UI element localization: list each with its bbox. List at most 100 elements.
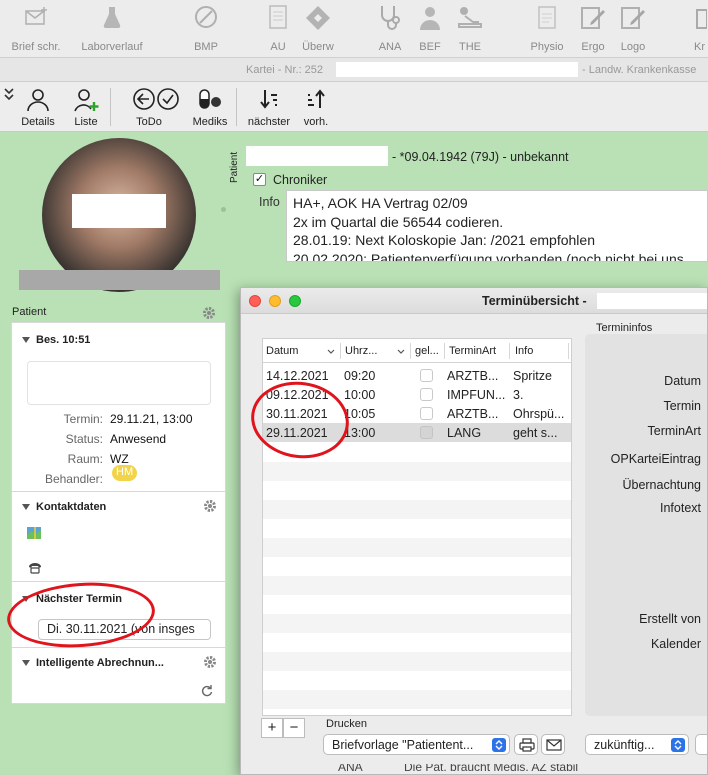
info-field-erstellt: Erstellt von — [639, 612, 701, 626]
print-button[interactable] — [514, 734, 538, 755]
collapse-triangle-icon[interactable] — [22, 596, 30, 602]
column-separator — [444, 343, 445, 359]
row-deleted-checkbox[interactable] — [420, 426, 433, 439]
toolbar-separator — [236, 88, 237, 126]
abrechnung-card: Intelligente Abrechnun... — [11, 647, 226, 704]
sort-down-icon — [260, 90, 277, 109]
cell-uhrzeit: 09:20 — [344, 369, 376, 383]
column-uhrzeit[interactable]: Uhrz... — [345, 345, 377, 357]
filter-select[interactable]: zukünftig... — [585, 734, 689, 755]
mediks-button[interactable]: Mediks — [188, 82, 232, 132]
liste-label: Liste — [74, 116, 98, 128]
column-datum[interactable]: Datum — [266, 345, 298, 357]
toolbar-ergo-button[interactable]: Ergo — [576, 0, 610, 58]
todo-button[interactable]: ToDo — [114, 82, 184, 132]
table-row[interactable]: 09.12.2021 10:00 IMPFUN... 3. — [263, 385, 571, 404]
collapse-triangle-icon[interactable] — [22, 504, 30, 510]
map-icon[interactable] — [26, 526, 42, 540]
table-empty-rows — [263, 443, 571, 715]
table-row[interactable]: 30.11.2021 10:05 ARZTB... Ohrspü... — [263, 404, 571, 423]
termin-table[interactable]: Datum Uhrz... gel... TerminArt Info 14.1… — [262, 338, 572, 716]
toolbar-kr-button[interactable]: Kr — [690, 0, 708, 58]
toolbar-ergo-label: Ergo — [581, 41, 605, 53]
window-title-redacted — [597, 293, 707, 309]
toolbar-au-button[interactable]: AU — [262, 0, 294, 58]
envelope-icon — [25, 7, 47, 25]
zoom-window-button[interactable] — [289, 295, 301, 307]
person-icon — [27, 89, 49, 112]
kartei-number: Kartei - Nr.: 252 — [246, 64, 324, 76]
toolbar-the-button[interactable]: THE — [452, 0, 488, 58]
filter-value: zukünftig... — [594, 738, 655, 752]
printer-icon — [519, 738, 535, 752]
visit-labels: Termin: Status: Raum: Behandler: — [12, 411, 103, 486]
column-geloescht[interactable]: gel... — [415, 345, 439, 357]
remove-termin-button[interactable]: − — [283, 718, 305, 738]
column-terminart[interactable]: TerminArt — [449, 345, 496, 357]
vorh-button[interactable]: vorh. — [298, 82, 334, 132]
todo-label: ToDo — [136, 116, 162, 128]
briefvorlage-select[interactable]: Briefvorlage "Patientent... — [323, 734, 510, 755]
toolbar-au-label: AU — [270, 41, 286, 53]
liste-button[interactable]: Liste — [66, 82, 106, 132]
toolbar-brief-button[interactable]: Brief schr. — [2, 0, 70, 58]
column-separator — [340, 343, 341, 359]
close-window-button[interactable] — [249, 295, 261, 307]
cell-terminart: ARZTB... — [447, 407, 499, 421]
select-arrows-icon — [492, 738, 506, 752]
kontakt-card: Kontaktdaten — [11, 491, 226, 582]
person-add-icon — [74, 89, 99, 112]
termininfos-panel: Datum Termin TerminArt OPKarteiEintrag Ü… — [585, 334, 707, 716]
doctor-icon — [420, 7, 440, 30]
gear-icon[interactable] — [202, 306, 216, 320]
collapse-triangle-icon[interactable] — [22, 337, 30, 343]
toolbar-bmp-button[interactable]: BMP — [186, 0, 226, 58]
patient-photo — [42, 138, 196, 292]
info-textarea[interactable]: HA+, AOK HA Vertrag 02/09 2x im Quartal … — [286, 190, 708, 262]
visit-note-field[interactable] — [27, 361, 211, 405]
column-info[interactable]: Info — [515, 345, 533, 357]
toolbar-brief-label: Brief schr. — [11, 41, 61, 53]
table-row[interactable]: 14.12.2021 09:20 ARZTB... Spritze — [263, 366, 571, 385]
toolbar-ueberw-button[interactable]: Überw — [300, 0, 336, 58]
toolbar-ana-button[interactable]: ANA — [372, 0, 408, 58]
add-termin-button[interactable]: + — [261, 718, 283, 738]
status-label: Status: — [65, 432, 103, 446]
patient-section-header: Patient — [12, 306, 47, 318]
toolbar-logo-button[interactable]: Logo — [616, 0, 650, 58]
toolbar-physio-button[interactable]: Physio — [528, 0, 566, 58]
terminuebersicht-window: Terminübersicht - Termininfos Datum Term… — [240, 287, 708, 775]
extra-button[interactable] — [695, 734, 707, 755]
patient-toolbar: Details Liste ToDo Mediks nächster vorh. — [0, 82, 708, 132]
toolbar-ana-label: ANA — [378, 41, 402, 53]
row-deleted-checkbox[interactable] — [420, 407, 433, 420]
info-field-uebernachtung: Übernachtung — [622, 478, 701, 492]
table-row-selected[interactable]: 29.11.2021 13:00 LANG geht s... — [263, 423, 571, 442]
toolbar-laborverlauf-button[interactable]: Laborverlauf — [76, 0, 148, 58]
toolbar-physio-label: Physio — [530, 41, 564, 53]
sort-chevron-icon[interactable] — [397, 349, 405, 354]
toolbar-bef-button[interactable]: BEF — [414, 0, 446, 58]
details-button[interactable]: Details — [16, 82, 60, 132]
row-deleted-checkbox[interactable] — [420, 369, 433, 382]
cell-datum: 29.11.2021 — [266, 426, 328, 440]
gear-icon[interactable] — [203, 655, 217, 669]
collapse-triangle-icon[interactable] — [22, 660, 30, 666]
minimize-window-button[interactable] — [269, 295, 281, 307]
naechster-termin-button[interactable]: Di. 30.11.2021 (von insges — [38, 619, 211, 640]
pill-icon — [195, 6, 217, 28]
photo-redaction — [72, 194, 166, 228]
collapse-chevron-icon[interactable] — [4, 88, 14, 102]
naechster-button[interactable]: nächster — [242, 82, 296, 132]
email-button[interactable] — [541, 734, 565, 755]
phone-icon[interactable] — [28, 562, 42, 574]
refresh-icon[interactable] — [200, 684, 214, 698]
row-deleted-checkbox[interactable] — [420, 388, 433, 401]
sort-chevron-icon[interactable] — [327, 349, 335, 354]
window-titlebar[interactable]: Terminübersicht - — [241, 288, 707, 314]
cell-uhrzeit: 10:05 — [344, 407, 376, 421]
gear-icon[interactable] — [203, 499, 217, 513]
splitter-handle[interactable] — [221, 207, 226, 212]
cell-datum: 09.12.2021 — [266, 388, 329, 402]
chroniker-checkbox[interactable]: ✓ — [253, 173, 266, 186]
